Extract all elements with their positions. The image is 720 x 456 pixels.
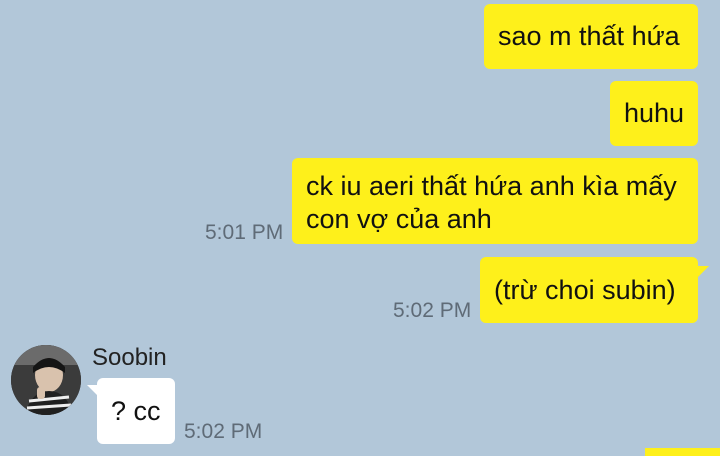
message-timestamp: 5:01 PM <box>205 221 284 244</box>
bubble-tail <box>697 266 709 278</box>
avatar[interactable] <box>11 345 81 415</box>
outgoing-message-bubble-partial <box>645 448 720 456</box>
sender-name: Soobin <box>92 344 167 371</box>
profile-photo-icon <box>11 345 81 415</box>
outgoing-message-bubble[interactable]: (trừ choi subin) <box>480 257 698 323</box>
message-text: ? cc <box>111 396 161 426</box>
outgoing-message-bubble[interactable]: ck iu aeri thất hứa anh kìa mấy con vợ c… <box>292 158 698 244</box>
message-timestamp: 5:02 PM <box>393 299 472 322</box>
message-text: (trừ choi subin) <box>494 275 676 305</box>
message-text: huhu <box>624 98 685 128</box>
message-text-line: ck iu aeri thất hứa anh kìa mấy <box>306 171 677 201</box>
message-timestamp: 5:02 PM <box>184 420 263 443</box>
message-text-line: con vợ của anh <box>306 204 492 234</box>
outgoing-message-bubble[interactable]: huhu <box>610 81 698 146</box>
outgoing-message-bubble[interactable]: sao m thất hứa <box>484 4 698 69</box>
message-text: sao m thất hứa <box>498 21 680 51</box>
incoming-message-bubble[interactable]: ? cc <box>97 378 175 444</box>
